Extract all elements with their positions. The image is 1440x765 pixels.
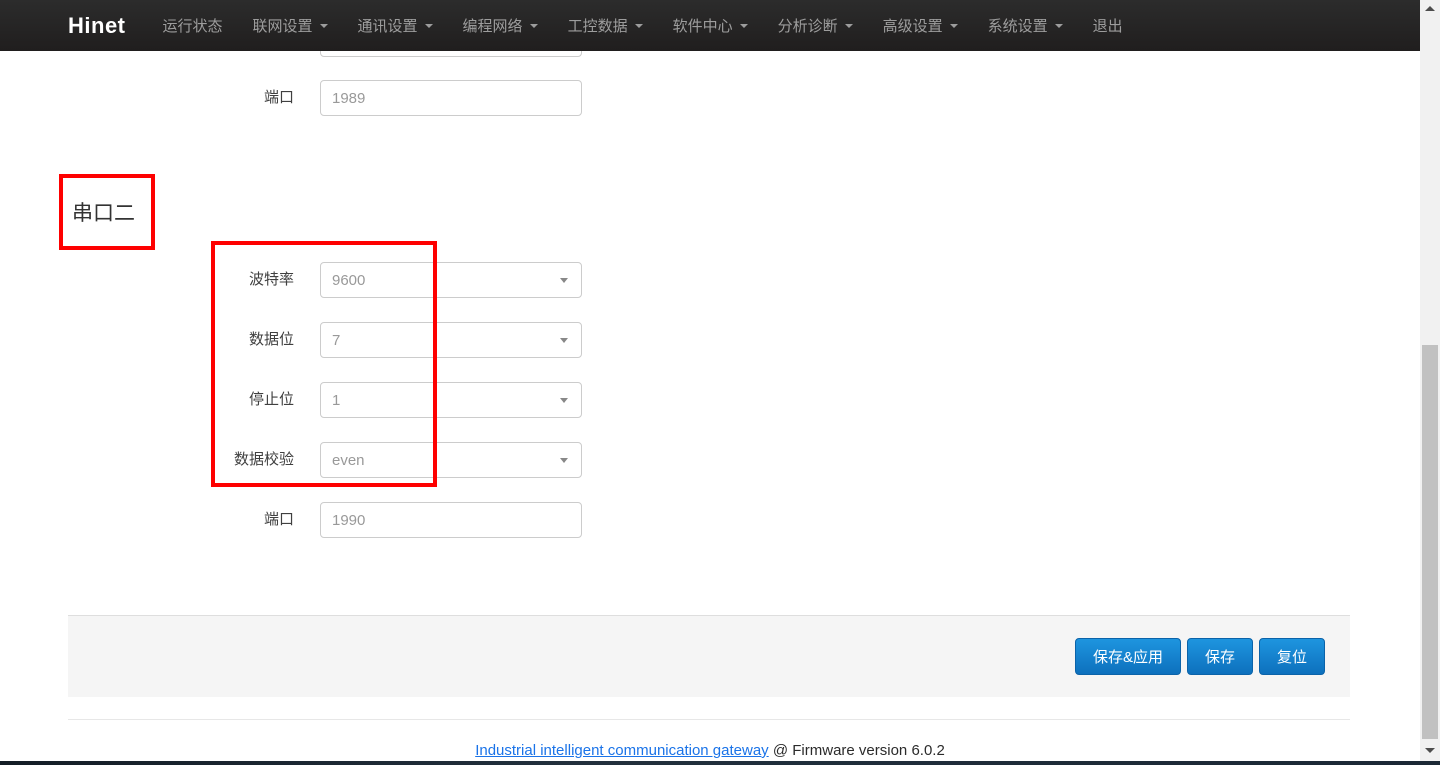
taskbar-edge: [0, 761, 1440, 765]
serial2-port-label: 端口: [40, 502, 294, 538]
dropdown-arrow-icon: [560, 338, 568, 343]
baud-rate-select[interactable]: 9600: [320, 262, 582, 298]
stop-bits-select[interactable]: 1: [320, 382, 582, 418]
caret-down-icon: [740, 24, 748, 28]
dropdown-arrow-icon: [560, 398, 568, 403]
stop-bits-label: 停止位: [40, 382, 294, 418]
app-window: Hinet 运行状态 联网设置 通讯设置 编程网络 工控数据 软件中: [0, 0, 1440, 765]
nav-item-comm-settings[interactable]: 通讯设置: [343, 0, 448, 51]
serial2-heading: 串口二: [63, 197, 135, 227]
dropdown-arrow-icon: [560, 458, 568, 463]
caret-down-icon: [635, 24, 643, 28]
nav-item-industrial-data[interactable]: 工控数据: [553, 0, 658, 51]
nav-item-system-settings[interactable]: 系统设置: [973, 0, 1078, 51]
caret-down-icon: [425, 24, 433, 28]
caret-down-icon: [845, 24, 853, 28]
nav-item-network-settings[interactable]: 联网设置: [238, 0, 343, 51]
nav-menu: 运行状态 联网设置 通讯设置 编程网络 工控数据 软件中心: [148, 0, 1138, 51]
gateway-link[interactable]: Industrial intelligent communication gat…: [475, 742, 769, 759]
save-button[interactable]: 保存: [1187, 638, 1253, 675]
brand-logo[interactable]: Hinet: [68, 13, 126, 39]
arrow-down-icon: [1425, 748, 1435, 753]
caret-down-icon: [320, 24, 328, 28]
caret-down-icon: [530, 24, 538, 28]
parity-label: 数据校验: [40, 442, 294, 478]
nav-item-advanced-settings[interactable]: 高级设置: [868, 0, 973, 51]
vertical-scrollbar[interactable]: [1420, 0, 1440, 765]
serial1-port-label: 端口: [40, 80, 294, 116]
arrow-up-icon: [1425, 6, 1435, 11]
serial2-port-input[interactable]: [320, 502, 582, 538]
nav-item-programming-network[interactable]: 编程网络: [448, 0, 553, 51]
baud-rate-label: 波特率: [40, 262, 294, 298]
scroll-down-button[interactable]: [1420, 742, 1440, 759]
nav-item-analysis-diagnosis[interactable]: 分析诊断: [763, 0, 868, 51]
parity-select[interactable]: even: [320, 442, 582, 478]
dropdown-arrow-icon: [560, 278, 568, 283]
footer-divider: [68, 719, 1350, 720]
reset-button[interactable]: 复位: [1259, 638, 1325, 675]
scroll-up-button[interactable]: [1420, 0, 1440, 17]
caret-down-icon: [1055, 24, 1063, 28]
footer: Industrial intelligent communication gat…: [0, 742, 1420, 759]
scrollbar-thumb[interactable]: [1422, 345, 1438, 739]
firmware-version-text: @ Firmware version 6.0.2: [773, 742, 945, 759]
nav-item-software-center[interactable]: 软件中心: [658, 0, 763, 51]
form-actions-panel: 保存&应用 保存 复位: [68, 615, 1350, 697]
data-bits-label: 数据位: [40, 322, 294, 358]
nav-item-running-status[interactable]: 运行状态: [148, 0, 238, 51]
caret-down-icon: [950, 24, 958, 28]
save-apply-button[interactable]: 保存&应用: [1075, 638, 1181, 675]
data-bits-select[interactable]: 7: [320, 322, 582, 358]
nav-item-logout[interactable]: 退出: [1078, 0, 1138, 51]
serial1-port-input[interactable]: [320, 80, 582, 116]
serial2-heading-annotation: 串口二: [59, 174, 155, 250]
navbar: Hinet 运行状态 联网设置 通讯设置 编程网络 工控数据 软件中: [0, 0, 1420, 51]
